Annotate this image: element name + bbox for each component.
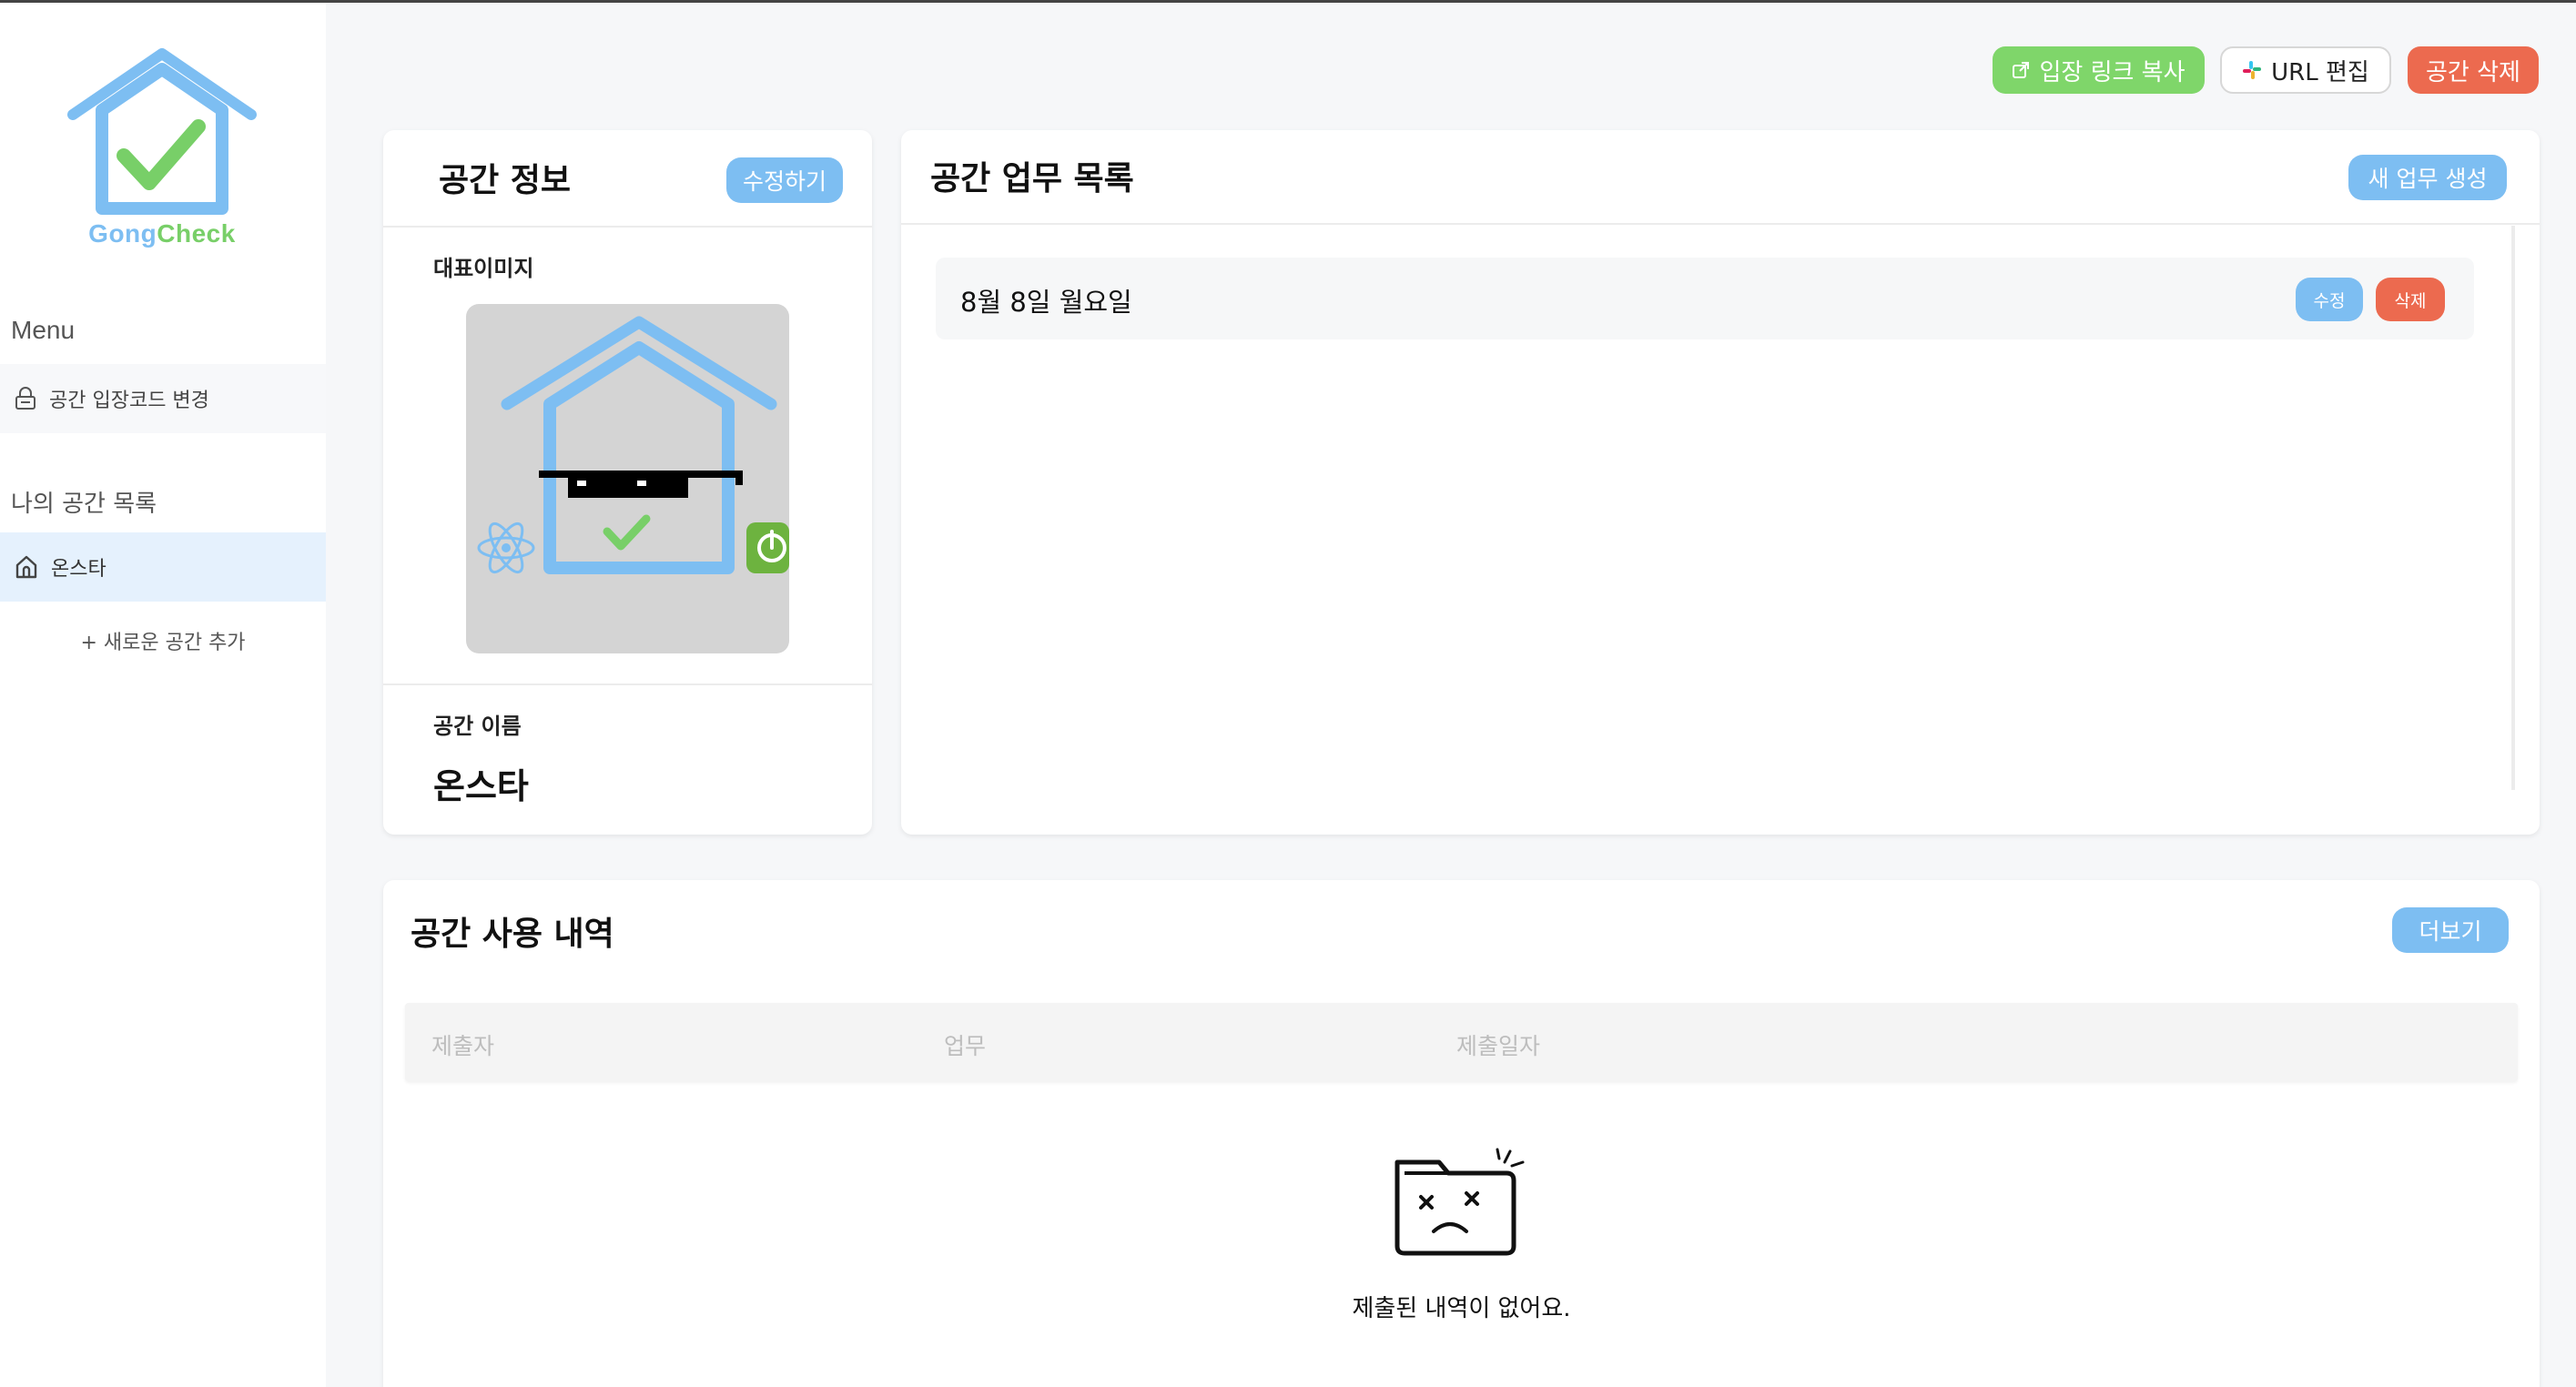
space-info-card: 공간 정보 수정하기 대표이미지 공간 이름 온스타 bbox=[383, 130, 872, 835]
space-name-label: 공간 이름 bbox=[433, 714, 522, 739]
representative-image-art bbox=[477, 316, 789, 574]
external-link-icon bbox=[2013, 62, 2030, 78]
space-tasks-card: 공간 업무 목록 새 업무 생성 8월 8일 월요일 수정 삭제 bbox=[901, 130, 2540, 835]
usage-table-header: 제출자 업무 제출일자 bbox=[405, 1003, 2518, 1081]
sidebar-space-label: 온스타 bbox=[51, 558, 106, 581]
add-space-button[interactable]: + 새로운 공간 추가 bbox=[0, 626, 326, 655]
space-tasks-title: 공간 업무 목록 bbox=[930, 160, 1134, 197]
empty-folder-icon bbox=[1386, 1146, 1527, 1264]
edit-task-button[interactable]: 수정 bbox=[2296, 278, 2363, 321]
delete-space-button[interactable]: 공간 삭제 bbox=[2408, 46, 2539, 94]
divider bbox=[383, 683, 872, 685]
delete-space-label: 공간 삭제 bbox=[2426, 58, 2520, 86]
edit-url-button[interactable]: URL 편집 bbox=[2220, 46, 2391, 94]
edit-info-button[interactable]: 수정하기 bbox=[726, 157, 843, 203]
space-usage-title: 공간 사용 내역 bbox=[411, 916, 614, 953]
image-label: 대표이미지 bbox=[433, 256, 534, 281]
task-row[interactable]: 8월 8일 월요일 수정 삭제 bbox=[936, 258, 2474, 339]
logo-text: GongCheck bbox=[88, 219, 236, 248]
more-button[interactable]: 더보기 bbox=[2392, 907, 2509, 953]
space-info-title: 공간 정보 bbox=[439, 162, 572, 199]
sidebar-item-change-code[interactable]: 공간 입장코드 변경 bbox=[0, 364, 326, 433]
lock-icon bbox=[15, 387, 35, 410]
divider bbox=[901, 223, 2540, 225]
sidebar-item-label: 공간 입장코드 변경 bbox=[49, 390, 209, 412]
my-spaces-title: 나의 공간 목록 bbox=[11, 491, 157, 518]
copy-entry-link-label: 입장 링크 복사 bbox=[2039, 58, 2186, 86]
sidebar: GongCheck Menu 공간 입장코드 변경 나의 공간 목록 온스타 +… bbox=[0, 3, 326, 1387]
slack-icon bbox=[2243, 61, 2262, 79]
representative-image[interactable] bbox=[466, 304, 789, 653]
home-icon bbox=[15, 555, 37, 579]
sidebar-item-space[interactable]: 온스타 bbox=[0, 532, 326, 602]
house-check-icon bbox=[67, 48, 257, 215]
gongcheck-logo[interactable]: GongCheck bbox=[66, 46, 259, 254]
menu-title: Menu bbox=[11, 316, 76, 344]
copy-entry-link-button[interactable]: 입장 링크 복사 bbox=[1993, 46, 2205, 94]
empty-state-text: 제출된 내역이 없어요. bbox=[1352, 1295, 1571, 1322]
divider bbox=[383, 226, 872, 228]
space-usage-card: 공간 사용 내역 더보기 제출자 업무 제출일자 제출된 내역이 없어요. bbox=[383, 880, 2540, 1387]
task-list-scrollbar[interactable] bbox=[2511, 226, 2515, 790]
space-name-value: 온스타 bbox=[433, 766, 529, 806]
delete-task-button[interactable]: 삭제 bbox=[2376, 278, 2445, 321]
create-task-button[interactable]: 새 업무 생성 bbox=[2348, 155, 2507, 200]
column-submitter[interactable]: 제출자 bbox=[431, 1028, 494, 1061]
spring-power-icon bbox=[746, 522, 789, 573]
edit-url-label: URL 편집 bbox=[2271, 58, 2369, 86]
column-submitted-date[interactable]: 제출일자 bbox=[1456, 1028, 1540, 1061]
task-name: 8월 8일 월요일 bbox=[960, 287, 1132, 318]
react-icon bbox=[477, 521, 535, 574]
column-task[interactable]: 업무 bbox=[944, 1028, 986, 1061]
window-top-border bbox=[0, 0, 2576, 3]
